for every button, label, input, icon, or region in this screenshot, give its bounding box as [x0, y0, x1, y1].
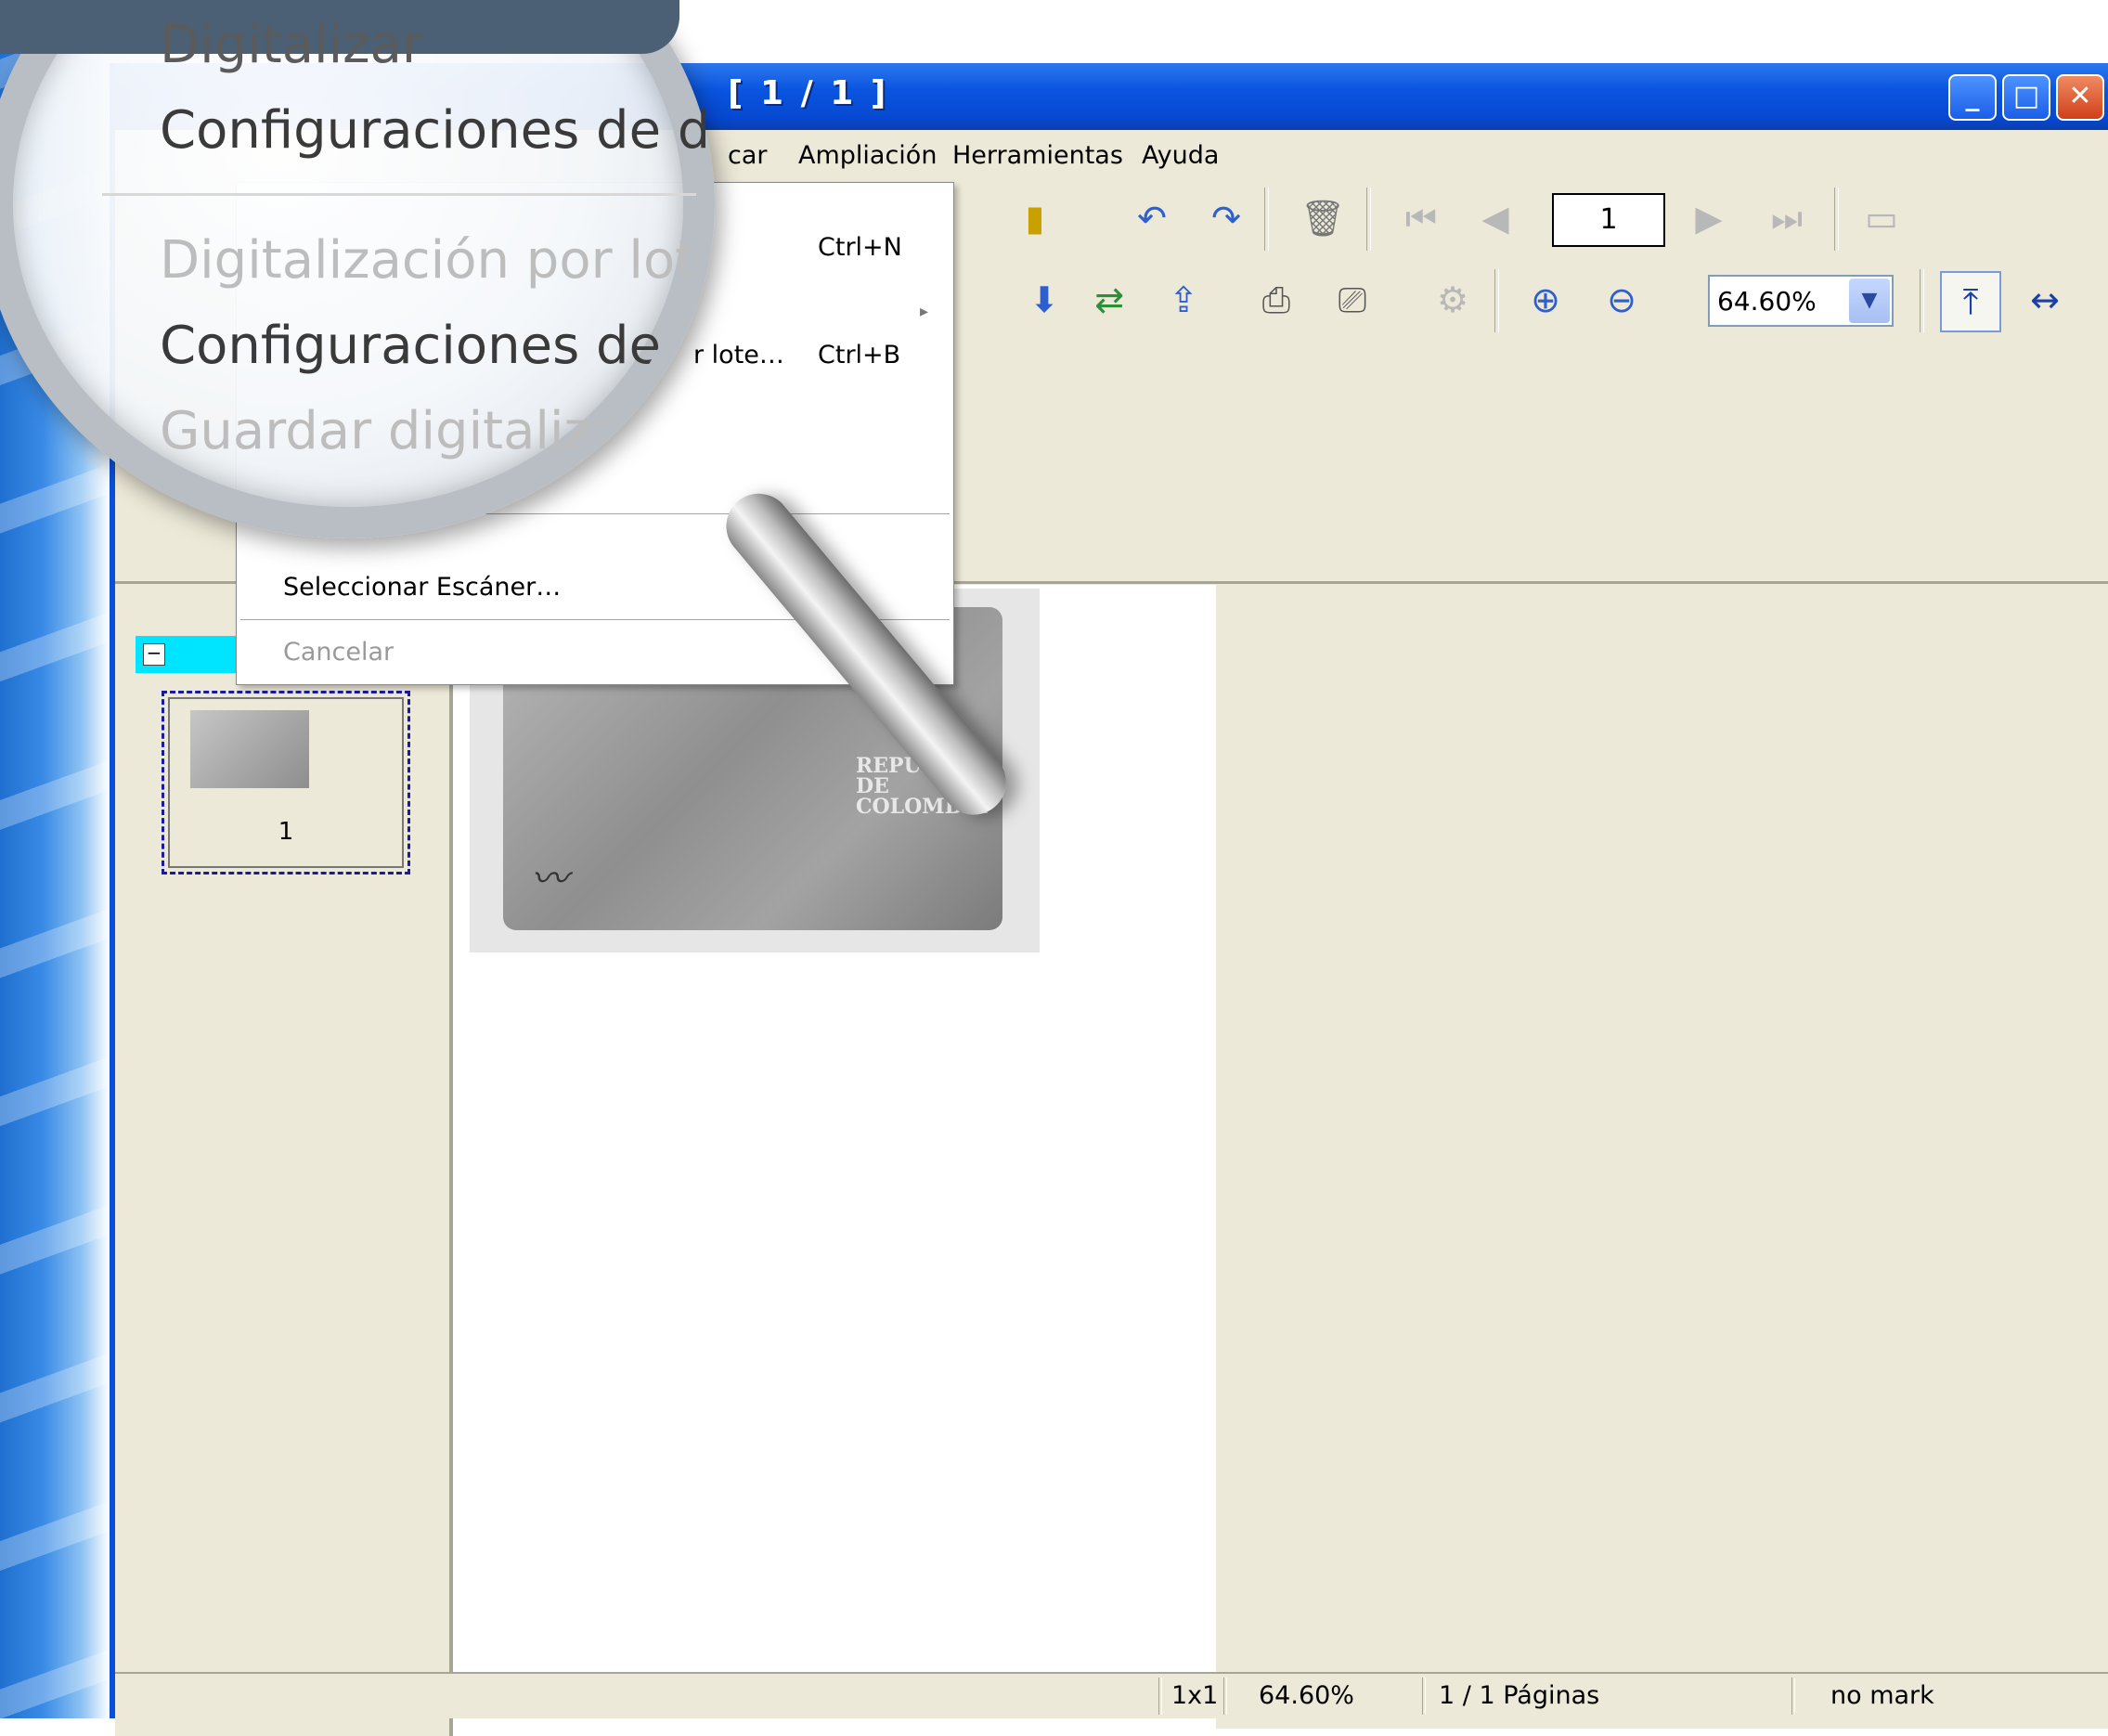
status-mark: no mark [1830, 1681, 1934, 1710]
zoom-select[interactable]: 64.60% ▼ [1708, 275, 1894, 327]
clipboard-icon[interactable]: ▮ [1006, 189, 1064, 247]
magnified-item-scan-settings: Configuraciones de dig [160, 100, 705, 161]
viewer-empty-area [1216, 585, 2108, 1729]
prev-page-icon[interactable]: ◀ [1467, 189, 1524, 247]
rotate-right-icon[interactable]: ↷ [1197, 189, 1255, 247]
import-icon[interactable]: ⬇ [1015, 271, 1073, 329]
status-pages: 1 / 1 Páginas [1439, 1681, 1600, 1710]
last-page-icon[interactable]: ⏭ [1758, 189, 1816, 247]
document-viewer[interactable]: REPUBLICA DE COLOMBIA 〰 [453, 585, 1216, 1729]
minimize-button[interactable]: _ [1948, 74, 1997, 121]
menu-item-cancel[interactable]: Cancelar [283, 638, 394, 667]
actual-size-icon[interactable]: ▤ [2090, 271, 2108, 329]
fit-height-icon[interactable]: ⤒ [1940, 271, 2001, 332]
menu-item-herramientas[interactable]: Herramientas [952, 141, 1123, 170]
export-icon[interactable]: ⇪ [1155, 271, 1212, 329]
toolbar-separator [1494, 269, 1499, 332]
status-grid: 1x1 [1171, 1681, 1219, 1710]
toolbar-separator [1920, 269, 1924, 332]
status-bar: 1x1 64.60% 1 / 1 Páginas no mark [115, 1672, 2108, 1718]
next-page-icon[interactable]: ▶ [1680, 189, 1738, 247]
status-separator [1158, 1678, 1162, 1715]
thumbnail-page-number: 1 [278, 818, 294, 846]
menu-item-select-scanner[interactable]: Seleccionar Escáner… [283, 573, 561, 602]
chevron-down-icon[interactable]: ▼ [1849, 279, 1890, 323]
shortcut-new: Ctrl+N [818, 233, 902, 262]
menu-item-ayuda[interactable]: Ayuda [1142, 141, 1219, 170]
thumbnail-group-header[interactable]: − [136, 636, 238, 673]
status-separator [1223, 1678, 1227, 1715]
zoom-value: 64.60% [1717, 286, 1817, 317]
menu-item-batch-scan[interactable]: r lote… [693, 341, 784, 369]
pages-swap-icon[interactable]: ⇄ [1080, 271, 1138, 329]
rotate-left-icon[interactable]: ↶ [1123, 189, 1181, 247]
toolbar-separator [1366, 188, 1371, 251]
collapse-icon[interactable]: − [143, 643, 165, 666]
submenu-arrow-icon: ▸ [920, 302, 929, 321]
delete-icon[interactable]: 🗑 [1294, 189, 1351, 247]
thumbnail-image [190, 710, 309, 788]
thumbnail-panel: − 1 [115, 585, 453, 1736]
thumbnail-item[interactable]: 1 [162, 691, 410, 874]
scan-icon[interactable]: ⎙ [1248, 271, 1305, 329]
magnified-item-scan: Digitalizar [160, 15, 423, 75]
magnified-item-batch-scan: Digitalización por lote [160, 230, 705, 291]
toolbar-separator [1264, 188, 1269, 251]
toolbar-separator [1834, 188, 1839, 251]
window-title: [ 1 / 1 ] [728, 74, 889, 112]
status-zoom: 64.60% [1259, 1681, 1354, 1710]
maximize-button[interactable]: □ [2002, 74, 2050, 121]
status-separator [1422, 1678, 1426, 1715]
shortcut-batch: Ctrl+B [818, 341, 901, 369]
settings-icon[interactable]: ⚙ [1424, 271, 1481, 329]
close-button[interactable]: ✕ [2056, 74, 2104, 121]
scan-select-icon[interactable]: ⎚ [1324, 271, 1381, 329]
thumbnail-frame: 1 [168, 697, 404, 868]
first-page-icon[interactable]: ⏮ [1392, 189, 1450, 247]
page-number-input[interactable]: 1 [1552, 193, 1665, 247]
menu-item-buscar[interactable]: car [728, 141, 768, 170]
menu-item-ampliacion[interactable]: Ampliación [798, 141, 937, 170]
zoom-out-icon[interactable]: ⊖ [1593, 271, 1650, 329]
page-view-icon[interactable]: ▭ [1853, 189, 1910, 247]
magnified-separator [102, 193, 696, 196]
magnified-item-batch-settings: Configuraciones de di [160, 316, 705, 376]
fit-width-icon[interactable]: ↔ [2016, 271, 2074, 329]
status-separator [1791, 1678, 1795, 1715]
zoom-in-icon[interactable]: ⊕ [1517, 271, 1574, 329]
magnified-item-save-scan: Guardar digitalizaci… [160, 401, 705, 461]
magnified-menu: Digitalizar Configuraciones de dig Digit… [0, 0, 705, 538]
signature-image: 〰 [531, 858, 568, 900]
